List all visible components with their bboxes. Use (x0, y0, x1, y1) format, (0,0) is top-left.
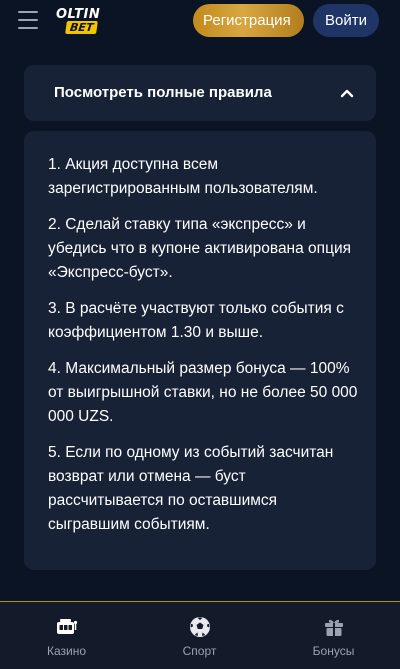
nav-item-sport[interactable]: Спорт (133, 602, 266, 669)
nav-label-bonuses: Бонусы (312, 644, 355, 658)
rule-item: 5. Если по одному из событий засчитан во… (48, 444, 334, 533)
rule-item: 2. Сделай ставку типа «экспресс» и убеди… (48, 216, 351, 281)
rule-item: 4. Максимальный размер бонуса — 100% от … (48, 360, 358, 425)
bottom-navigation: Казино Спорт Бонусы (0, 601, 400, 669)
hamburger-menu-icon[interactable] (18, 11, 38, 29)
login-button[interactable]: Войти (313, 4, 379, 37)
rules-accordion-header[interactable]: Посмотреть полные правила (24, 65, 376, 121)
logo-text-bet: BET (65, 21, 99, 34)
nav-item-bonuses[interactable]: Бонусы (267, 602, 400, 669)
soccer-ball-icon (189, 617, 210, 637)
nav-label-sport: Спорт (182, 644, 217, 658)
logo-text-oltin: OLTIN (56, 7, 101, 22)
gift-icon (324, 619, 343, 636)
nav-label-casino: Казино (46, 644, 87, 658)
rules-accordion-title: Посмотреть полные правила (54, 84, 272, 101)
oltinbet-logo[interactable]: OLTIN BET (56, 5, 108, 37)
rule-item: 3. В расчёте участвуют только события с … (48, 300, 344, 341)
rule-item: 1. Акция доступна всем зарегистрированны… (48, 156, 318, 197)
nav-item-casino[interactable]: Казино (0, 602, 133, 669)
chevron-up-icon[interactable] (338, 84, 356, 102)
rules-content: 1. Акция доступна всем зарегистрированны… (24, 131, 376, 570)
top-header: OLTIN BET Регистрация Войти (0, 0, 400, 42)
register-button[interactable]: Регистрация (193, 4, 304, 37)
casino-icon (56, 619, 77, 634)
